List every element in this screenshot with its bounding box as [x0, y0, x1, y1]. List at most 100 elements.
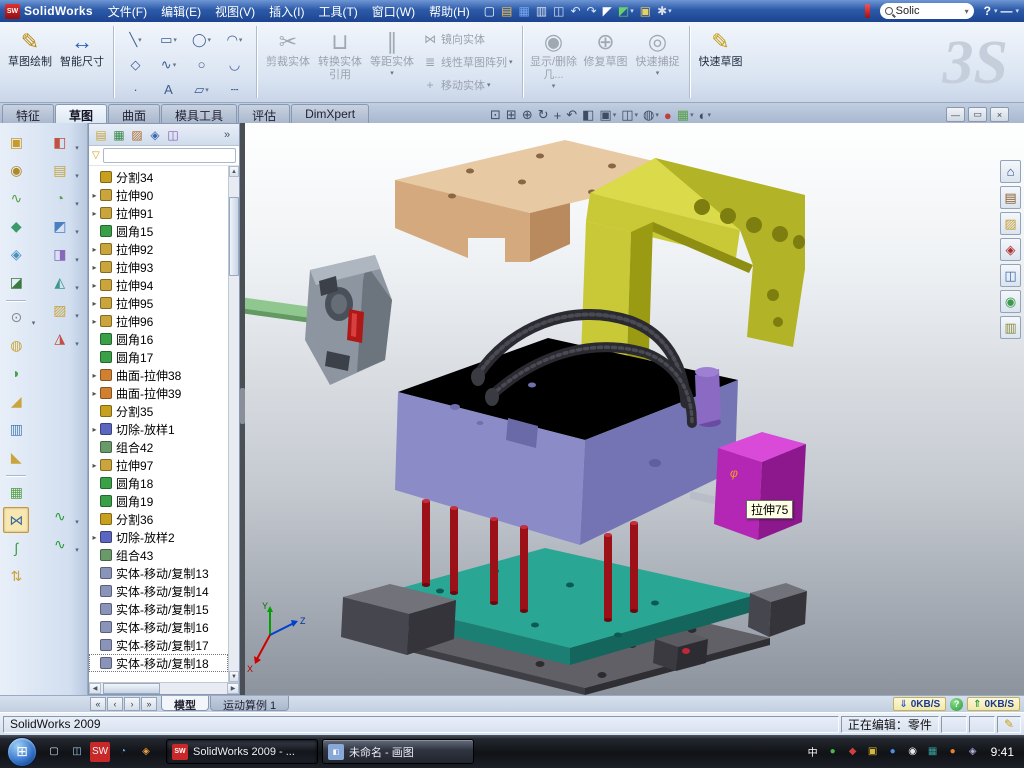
- expand-arrow-icon[interactable]: ▸: [89, 299, 100, 308]
- flyout-arrow-icon[interactable]: ▾: [75, 518, 79, 526]
- curves-flyout-icon[interactable]: ▤▾: [47, 157, 73, 183]
- centerline-tool-icon[interactable]: ┄: [218, 77, 251, 102]
- hscroll-thumb[interactable]: [103, 683, 160, 694]
- flyout-arrow-icon[interactable]: ▾: [75, 340, 79, 348]
- flyout-arrow-icon[interactable]: ▾: [32, 319, 36, 327]
- pan-icon[interactable]: +: [552, 106, 564, 124]
- convert-entities-button[interactable]: ⊔转换实体引用: [314, 24, 366, 100]
- flyout-arrow-icon[interactable]: ▾: [707, 111, 711, 119]
- tree-item-26[interactable]: 实体-移动/复制16: [89, 618, 228, 636]
- evaluate-flyout-icon[interactable]: ◮▾: [47, 325, 73, 351]
- mirror-tool-icon[interactable]: ⋈: [3, 507, 29, 533]
- spline-tool-icon[interactable]: ∿▾: [152, 52, 185, 77]
- flyout-arrow-icon[interactable]: ▾: [208, 36, 212, 44]
- tree-item-22[interactable]: 组合43: [89, 546, 228, 564]
- model-extrude75-block[interactable]: φ: [714, 432, 806, 540]
- internet-launcher-icon[interactable]: ◔: [113, 742, 133, 762]
- view-palette-icon[interactable]: ◫: [1000, 264, 1021, 287]
- zoom-in-out-icon[interactable]: ⊕: [520, 106, 535, 124]
- rotate-view-icon[interactable]: ↻: [536, 106, 551, 124]
- tree-item-2[interactable]: ▸拉伸90: [89, 186, 228, 204]
- draft-tool-icon[interactable]: ◣: [3, 444, 29, 470]
- rectangle-tool-icon[interactable]: ▭▾: [152, 27, 185, 52]
- expand-arrow-icon[interactable]: ▸: [89, 191, 100, 200]
- linear-sketch-pattern-button[interactable]: ≣线性草图阵列▾: [418, 51, 517, 74]
- scroll-thumb[interactable]: [229, 197, 239, 276]
- rapid-sketch-button[interactable]: ✎快速草图: [695, 24, 747, 100]
- flyout-arrow-icon[interactable]: ▾: [75, 284, 79, 292]
- tree-vertical-scrollbar[interactable]: ▲ ▼: [228, 166, 239, 682]
- save-icon[interactable]: ▦: [515, 2, 532, 20]
- close-document-button[interactable]: ×: [990, 107, 1009, 122]
- undo-icon[interactable]: ↶: [568, 2, 584, 20]
- command-tab-2[interactable]: 草图: [55, 104, 107, 123]
- expand-arrow-icon[interactable]: ▸: [89, 245, 100, 254]
- menu-item-2[interactable]: 编辑(E): [154, 0, 208, 22]
- collapse-flyout-arrow-icon[interactable]: ▾: [1015, 7, 1019, 15]
- rib-tool-icon[interactable]: ▥: [3, 416, 29, 442]
- flyout-arrow-icon[interactable]: ▾: [552, 82, 556, 90]
- search-box[interactable]: Solic ▾: [880, 3, 974, 19]
- expand-arrow-icon[interactable]: ▸: [89, 425, 100, 434]
- tree-item-19[interactable]: 圆角19: [89, 492, 228, 510]
- polygon-tool-icon[interactable]: ◇: [119, 52, 152, 77]
- expand-arrow-icon[interactable]: ▸: [89, 281, 100, 290]
- flyout-arrow-icon[interactable]: ▾: [509, 58, 513, 66]
- curvature-check-icon[interactable]: ∿▾: [47, 531, 73, 557]
- flyout-arrow-icon[interactable]: ▾: [390, 69, 394, 77]
- tree-item-1[interactable]: 分割34: [89, 168, 228, 186]
- zoom-area-icon[interactable]: ⊞: [504, 106, 519, 124]
- tree-item-3[interactable]: ▸拉伸91: [89, 204, 228, 222]
- scroll-track[interactable]: [229, 177, 239, 671]
- model-mold-body[interactable]: [395, 338, 738, 545]
- messenger-icon[interactable]: ▦: [925, 744, 941, 760]
- tree-item-15[interactable]: ▸切除-放样1: [89, 420, 228, 438]
- tree-item-14[interactable]: 分割35: [89, 402, 228, 420]
- sketch-fillet-tool-icon[interactable]: ◡: [218, 52, 251, 77]
- tree-item-10[interactable]: 圆角16: [89, 330, 228, 348]
- tree-item-23[interactable]: 实体-移动/复制13: [89, 564, 228, 582]
- prev-tab-button[interactable]: ‹: [107, 697, 123, 711]
- line-tool-icon[interactable]: ╲▾: [119, 27, 152, 52]
- tree-item-28[interactable]: 实体-移动/复制18: [89, 654, 228, 672]
- doc-tab-1[interactable]: 模型: [161, 696, 209, 711]
- tree-item-7[interactable]: ▸拉伸94: [89, 276, 228, 294]
- flyout-arrow-icon[interactable]: ▾: [75, 172, 79, 180]
- new-file-icon[interactable]: ▢: [481, 2, 498, 20]
- fillet-tool-icon[interactable]: ◗: [3, 360, 29, 386]
- revolved-boss-icon[interactable]: ◉: [3, 157, 29, 183]
- offset-entities-button[interactable]: ∥等距实体▾: [366, 24, 418, 100]
- menu-item-4[interactable]: 插入(I): [262, 0, 311, 22]
- point-tool-icon[interactable]: ·: [119, 77, 152, 102]
- antivirus-icon[interactable]: ●: [825, 744, 841, 760]
- tree-item-18[interactable]: 圆角18: [89, 474, 228, 492]
- expand-arrow-icon[interactable]: ▸: [89, 389, 100, 398]
- shell-tool-icon[interactable]: ▦: [3, 479, 29, 505]
- menu-item-7[interactable]: 帮助(H): [422, 0, 477, 22]
- tree-item-27[interactable]: 实体-移动/复制17: [89, 636, 228, 654]
- splitter-handle[interactable]: [240, 388, 245, 424]
- show-desktop-icon[interactable]: ▢: [44, 742, 64, 762]
- tree-item-25[interactable]: 实体-移动/复制15: [89, 600, 228, 618]
- spline-check-icon[interactable]: ∿▾: [47, 503, 73, 529]
- search-dropdown-icon[interactable]: ▾: [965, 7, 969, 16]
- tree-item-13[interactable]: ▸曲面-拉伸39: [89, 384, 228, 402]
- tree-item-6[interactable]: ▸拉伸93: [89, 258, 228, 276]
- solidworks-launcher-icon[interactable]: SW: [90, 742, 110, 762]
- surfaces-flyout-icon[interactable]: ◩▾: [47, 213, 73, 239]
- curve-tool-icon[interactable]: ∫: [3, 535, 29, 561]
- model-canvas[interactable]: φ: [240, 123, 1024, 695]
- hide-show-items-icon[interactable]: ◍▾: [641, 106, 661, 124]
- security-center-icon[interactable]: ◆: [845, 744, 861, 760]
- flyout-arrow-icon[interactable]: ▾: [668, 7, 672, 15]
- hole-wizard-icon[interactable]: ⊙▾: [3, 304, 29, 330]
- chamfer-tool-icon[interactable]: ◢: [3, 388, 29, 414]
- swept-boss-icon[interactable]: ∿: [3, 185, 29, 211]
- command-tab-5[interactable]: 评估: [238, 104, 290, 123]
- mirror-entities-button[interactable]: ⋈镜向实体: [418, 28, 517, 51]
- flyout-arrow-icon[interactable]: ▾: [173, 61, 177, 69]
- weldments-flyout-icon[interactable]: ◭▾: [47, 269, 73, 295]
- flyout-arrow-icon[interactable]: ▾: [75, 546, 79, 554]
- graphics-viewport[interactable]: φ: [240, 123, 1024, 695]
- reference-geometry-flyout-icon[interactable]: ◧▾: [47, 129, 73, 155]
